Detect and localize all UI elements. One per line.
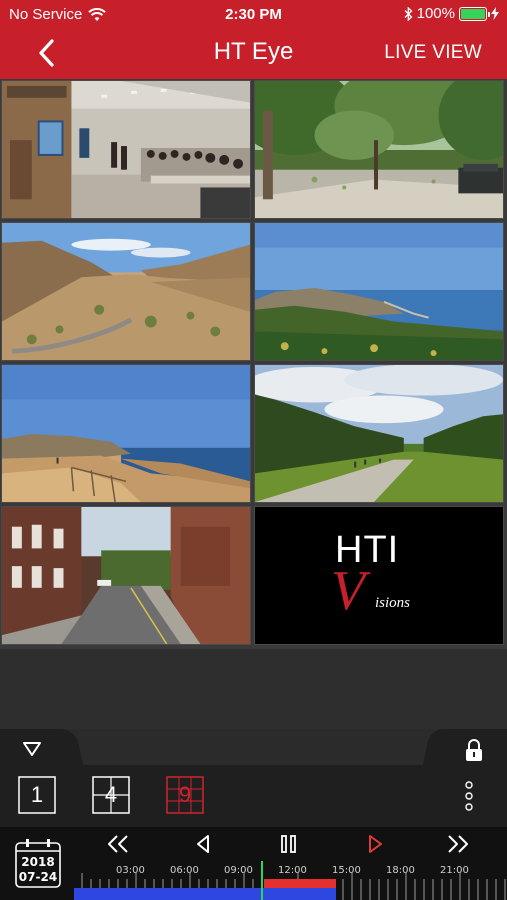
camera-tile-7[interactable] <box>1 506 251 645</box>
logo-visions-text: isions <box>375 595 411 611</box>
camera-tile-6[interactable] <box>254 364 504 503</box>
calendar-button[interactable]: 2018 07-24 <box>15 838 61 888</box>
tick-label: 12:00 <box>278 865 307 876</box>
app: No Service 2:30 PM 100% HT Eye LIVE VIEW… <box>0 0 507 900</box>
nav-bar: HT Eye LIVE VIEW <box>0 28 507 79</box>
more-options-icon[interactable] <box>462 781 476 811</box>
tick-label: 06:00 <box>170 865 199 876</box>
lock-icon[interactable] <box>463 738 485 762</box>
battery-percent: 100% <box>416 5 455 22</box>
camera-tile-1[interactable] <box>1 80 251 219</box>
logo-v-text: V <box>331 560 366 622</box>
tick-label: 09:00 <box>224 865 253 876</box>
tick-label: 18:00 <box>386 865 415 876</box>
control-bar <box>0 765 507 827</box>
bluetooth-icon <box>404 6 413 21</box>
camera-tile-2[interactable] <box>254 80 504 219</box>
pause-icon[interactable] <box>277 833 301 855</box>
rewind-icon[interactable] <box>106 833 130 855</box>
camera-tile-8[interactable]: HTI V isions <box>254 506 504 645</box>
header: No Service 2:30 PM 100% HT Eye LIVE VIEW <box>0 0 507 79</box>
recording-segment-normal <box>74 888 336 900</box>
charging-icon <box>491 7 499 20</box>
tick-label: 03:00 <box>116 865 145 876</box>
layout-9-label: 9 <box>178 782 192 807</box>
calendar-date: 07-24 <box>18 870 58 884</box>
camera-feed-trees <box>255 365 503 502</box>
recording-segment-event <box>264 879 336 888</box>
step-back-icon[interactable] <box>192 833 216 855</box>
tick-label: 15:00 <box>332 865 361 876</box>
status-bar: No Service 2:30 PM 100% <box>0 0 507 28</box>
camera-feed-park <box>255 81 503 218</box>
status-right: 100% <box>404 5 499 22</box>
hti-logo: HTI V isions <box>255 507 503 644</box>
layout-9-button[interactable]: 9 <box>166 776 204 814</box>
tick-label: 21:00 <box>440 865 469 876</box>
layout-4-label: 4 <box>104 782 118 807</box>
camera-tile-5[interactable] <box>1 364 251 503</box>
live-view-button[interactable]: LIVE VIEW <box>384 42 482 64</box>
battery-icon <box>459 6 490 21</box>
camera-tile-3[interactable] <box>1 222 251 361</box>
camera-feed-beach <box>2 365 250 502</box>
collapse-toggle-icon[interactable] <box>22 741 42 757</box>
camera-grid: HTI V isions <box>0 79 507 649</box>
camera-tile-4[interactable] <box>254 222 504 361</box>
layout-4-button[interactable]: 4 <box>92 776 130 814</box>
camera-feed-desert <box>2 223 250 360</box>
layout-1-label: 1 <box>30 782 44 807</box>
play-icon[interactable] <box>363 833 387 855</box>
calendar-year: 2018 <box>21 855 55 869</box>
camera-feed-office <box>2 81 250 218</box>
control-tab-shape <box>0 729 507 769</box>
grid-empty-area <box>0 649 507 729</box>
fast-forward-icon[interactable] <box>446 833 470 855</box>
camera-feed-coast <box>255 223 503 360</box>
layout-1-button[interactable]: 1 <box>18 776 56 814</box>
camera-feed-street <box>2 507 250 644</box>
